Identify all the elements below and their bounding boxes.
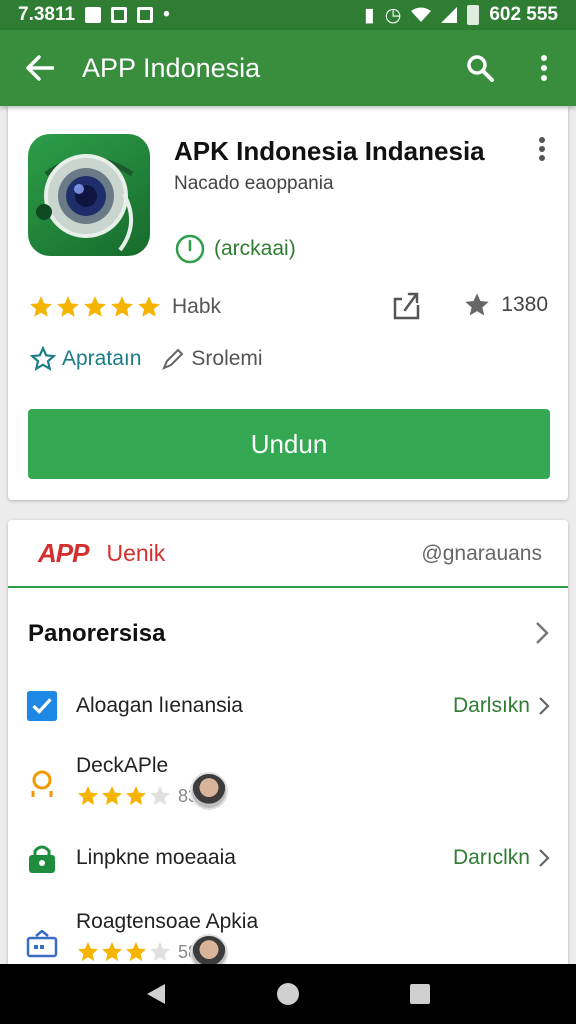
system-nav-bar bbox=[0, 964, 576, 1024]
category-tag[interactable]: Aprataın bbox=[30, 346, 141, 372]
clock-icon bbox=[175, 234, 205, 264]
publisher-row[interactable]: APP Uenik @gnarauans bbox=[8, 520, 568, 588]
star-icon bbox=[78, 942, 98, 961]
nav-back-icon bbox=[147, 984, 165, 1004]
nav-recents-icon bbox=[410, 984, 430, 1004]
avatar bbox=[190, 772, 228, 810]
list-item-action[interactable]: Darıclkn bbox=[453, 846, 550, 870]
star-icon bbox=[102, 786, 122, 805]
status-bar-left: 7.3811 • bbox=[18, 4, 170, 26]
list-item-stars: 83 bbox=[76, 784, 198, 808]
star-icon bbox=[84, 296, 106, 317]
star-icon bbox=[126, 786, 146, 805]
chevron-right-icon bbox=[539, 849, 550, 867]
star-icon bbox=[30, 296, 52, 317]
app-developer[interactable]: Nacado eaoppania bbox=[174, 173, 334, 195]
list-item[interactable]: Linpkne moeaaia Darıclkn bbox=[8, 824, 568, 892]
checkbox-icon bbox=[26, 690, 58, 722]
pen-icon bbox=[162, 348, 184, 370]
app-name: APK Indonesia Indanesia bbox=[174, 136, 485, 166]
back-arrow-icon bbox=[26, 55, 54, 81]
status-bar: 7.3811 • ▮ ◷ 602 555 bbox=[0, 0, 576, 30]
star-icon bbox=[78, 786, 98, 805]
star-icon bbox=[126, 942, 146, 961]
signal-icon bbox=[441, 7, 458, 23]
chevron-right-icon bbox=[536, 622, 549, 644]
list-item-action-label: Darlsıkn bbox=[452, 694, 530, 717]
battery-icon bbox=[467, 5, 480, 25]
star-icon bbox=[138, 296, 160, 317]
status-battery-text: 602 555 bbox=[489, 4, 558, 25]
status-time: 7.3811 bbox=[18, 4, 76, 25]
download-button[interactable]: Undun bbox=[28, 409, 550, 479]
nav-recents-button[interactable] bbox=[400, 974, 440, 1014]
category-label: Aprataın bbox=[62, 347, 142, 370]
nav-home-button[interactable] bbox=[268, 974, 308, 1014]
section-title: Panorersisa bbox=[28, 620, 166, 647]
list-item-label: DeckAPle bbox=[76, 754, 169, 777]
star-icon bbox=[57, 296, 79, 317]
star-empty-icon bbox=[150, 786, 170, 805]
category-icon bbox=[30, 346, 56, 371]
publisher-handle: @gnarauans bbox=[421, 542, 542, 565]
wifi-icon bbox=[411, 7, 432, 22]
section-expand-button[interactable] bbox=[534, 620, 550, 651]
review-count: 1380 bbox=[463, 291, 548, 319]
review-count-text: 1380 bbox=[501, 293, 548, 316]
size-label: Srolemi bbox=[191, 347, 263, 370]
list-item-action-label: Darıclkn bbox=[452, 846, 530, 869]
star-icon bbox=[465, 293, 489, 316]
publisher-logo: APP bbox=[38, 537, 89, 568]
status-bar-right: ▮ ◷ 602 555 bbox=[364, 4, 558, 27]
app-detail-card: APK Indonesia Indanesia Nacado eaoppania… bbox=[8, 106, 568, 500]
camera-lens-icon bbox=[36, 154, 134, 252]
notification-icon bbox=[85, 7, 102, 23]
list-item-label: Linpkne moeaaia bbox=[76, 846, 236, 869]
share-button[interactable] bbox=[392, 289, 422, 326]
briefcase-icon bbox=[26, 928, 58, 960]
notification-dot-icon: • bbox=[163, 4, 170, 25]
list-item-label: Roagtensoae Apkia bbox=[76, 910, 259, 933]
list-item-action[interactable]: Darlsıkn bbox=[453, 694, 550, 718]
more-vert-icon bbox=[541, 55, 547, 81]
list-item-stars: 58 bbox=[76, 940, 198, 964]
back-button[interactable] bbox=[0, 30, 80, 106]
size-tag[interactable]: Srolemi bbox=[161, 347, 263, 371]
share-icon bbox=[393, 292, 420, 320]
star-empty-icon bbox=[150, 942, 170, 961]
person-icon bbox=[26, 768, 58, 800]
app-bar-title: APP Indonesia bbox=[82, 52, 261, 83]
alarm-icon: ◷ bbox=[384, 4, 402, 26]
vibrate-icon: ▮ bbox=[364, 4, 375, 26]
nav-home-icon bbox=[277, 983, 299, 1005]
search-icon bbox=[467, 55, 494, 82]
app-more-button[interactable] bbox=[538, 136, 554, 166]
install-status: (arckaai) bbox=[174, 233, 296, 265]
chevron-right-icon bbox=[539, 697, 550, 715]
search-button[interactable] bbox=[448, 30, 512, 106]
overflow-menu-button[interactable] bbox=[512, 30, 576, 106]
list-item[interactable]: DeckAPle 83 bbox=[8, 742, 568, 822]
rating-stars bbox=[28, 294, 162, 320]
tags-row: Aprataın Srolemi bbox=[30, 346, 263, 372]
nav-back-button[interactable] bbox=[136, 974, 176, 1014]
install-status-text: (arckaai) bbox=[214, 237, 296, 260]
star-icon bbox=[111, 296, 133, 317]
lock-icon bbox=[26, 842, 58, 874]
rating-label: Habk bbox=[172, 295, 222, 318]
rating-row: Habk 1380 bbox=[28, 289, 548, 325]
publisher-card: APP Uenik @gnarauans Panorersisa Aloagan… bbox=[8, 520, 568, 980]
notification-n-icon bbox=[111, 7, 128, 23]
app-icon bbox=[28, 134, 150, 256]
publisher-name: Uenik bbox=[106, 539, 166, 566]
app-bar: APP Indonesia bbox=[0, 30, 576, 106]
notification-message-icon bbox=[137, 7, 154, 23]
more-vert-icon bbox=[539, 137, 545, 161]
star-icon bbox=[102, 942, 122, 961]
list-item-label: Aloagan lıenansia bbox=[76, 694, 243, 717]
list-item[interactable]: Aloagan lıenansia Darlsıkn bbox=[8, 672, 568, 740]
